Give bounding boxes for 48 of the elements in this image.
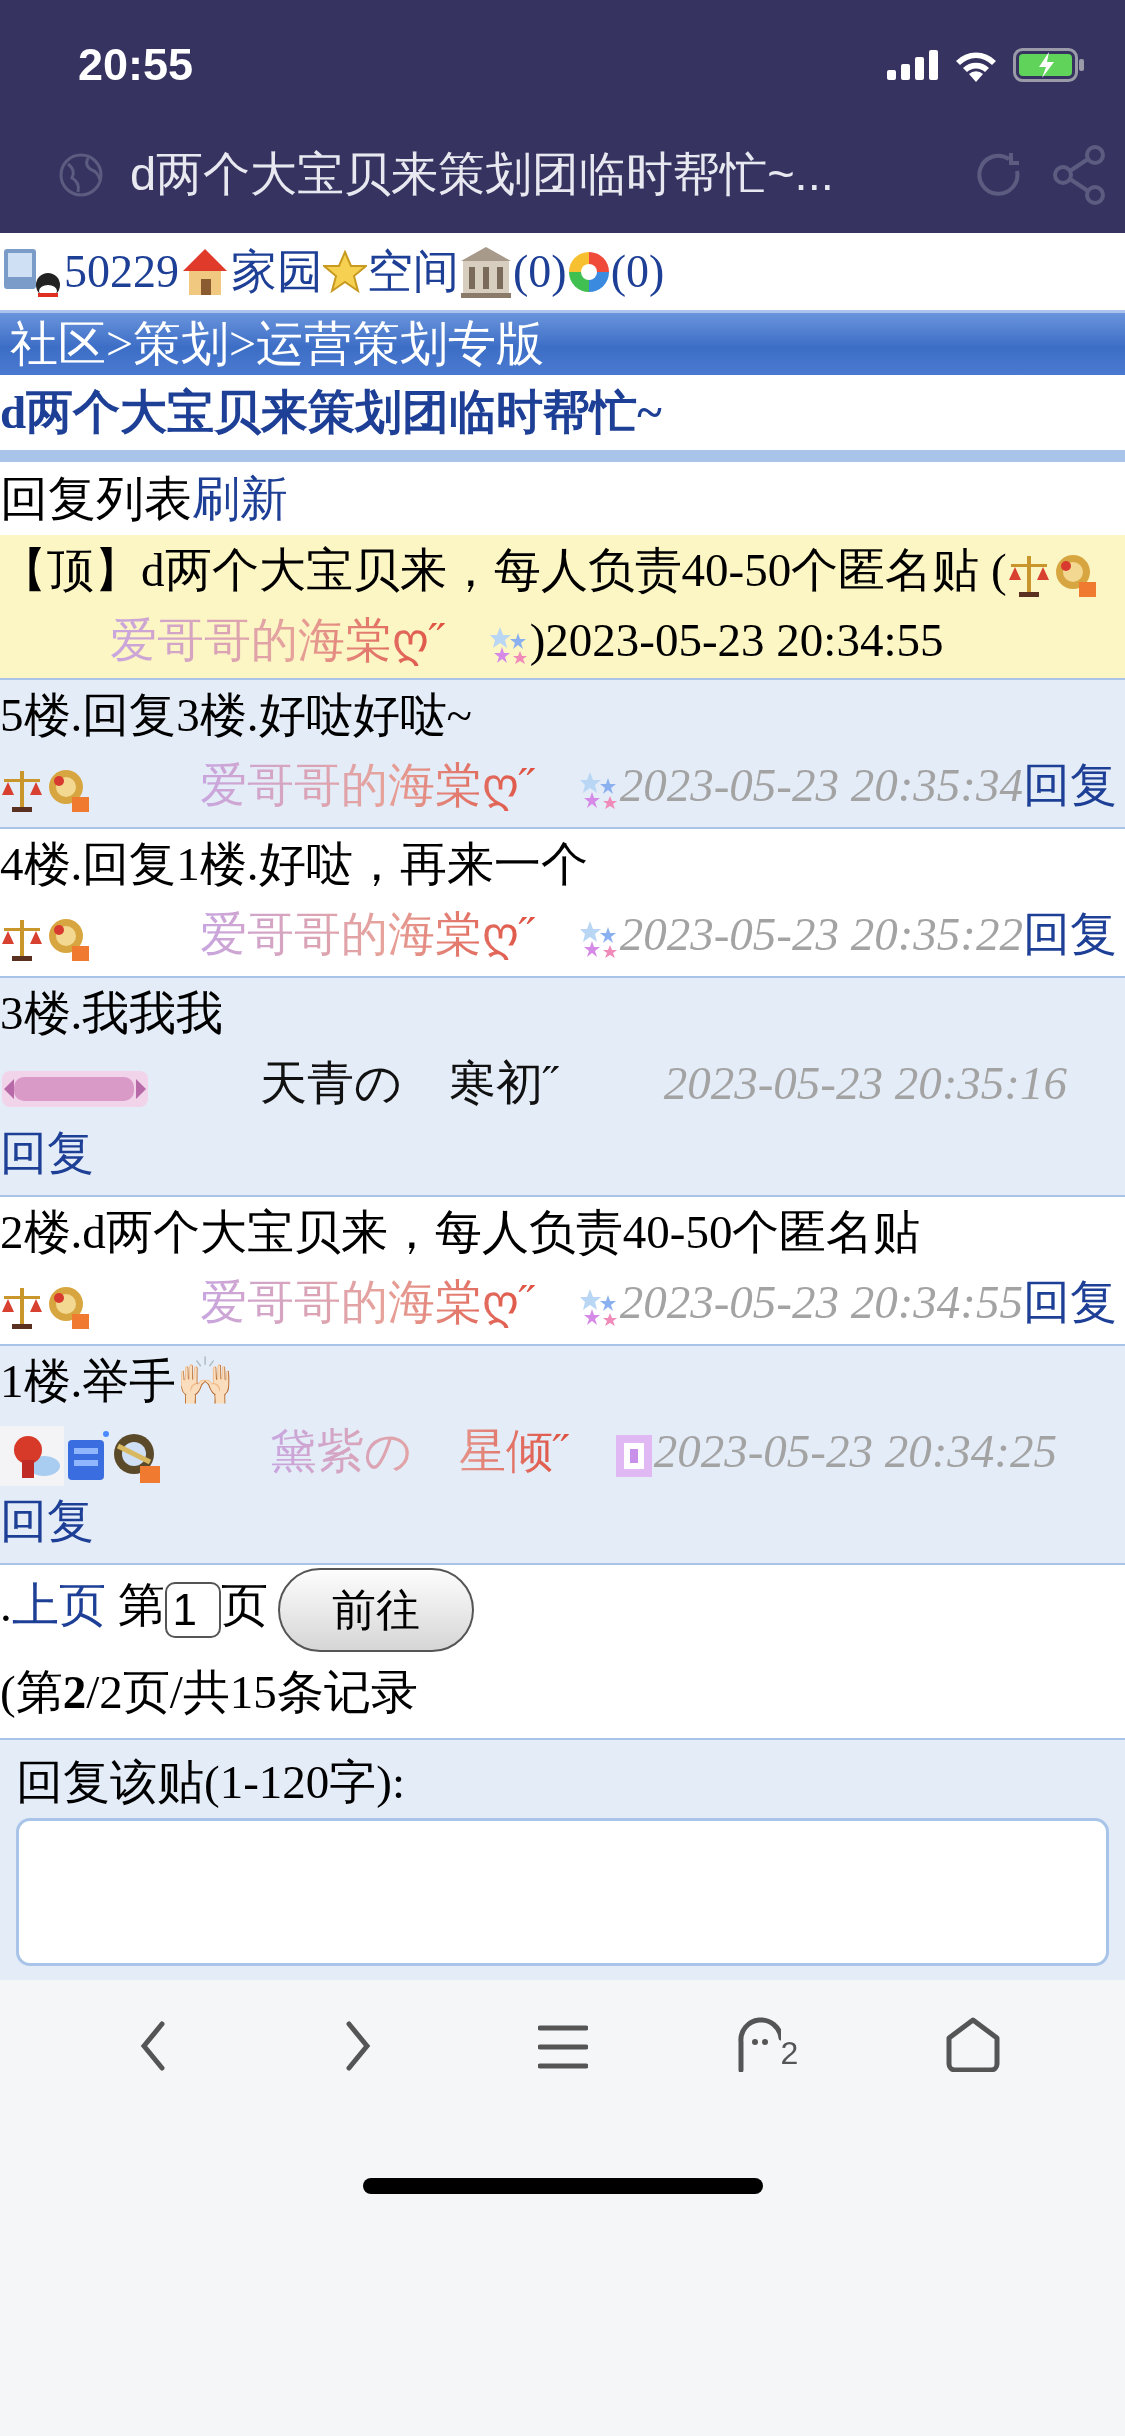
nav-link[interactable]: 50229 xyxy=(64,245,179,298)
page-title: d两个大宝贝来策划团临时帮忙~... xyxy=(130,146,835,202)
author-name[interactable]: 天青の 寒初˝ xyxy=(260,1057,559,1109)
reply-field[interactable] xyxy=(16,1818,1109,1967)
battery-icon xyxy=(1013,48,1085,82)
post-text: 5楼.回复3楼.好哒好哒~ xyxy=(0,688,473,743)
page-number-field[interactable]: 1 xyxy=(164,1582,221,1639)
aperture-icon xyxy=(566,249,611,294)
section-label: 回复列表 xyxy=(0,470,192,527)
home-icon xyxy=(944,2016,1001,2073)
refresh-link[interactable]: 刷新 xyxy=(192,466,288,531)
page-summary: (第2/2页/共15条记录 xyxy=(0,1665,419,1721)
post-time: 2023-05-23 20:34:55 xyxy=(619,1276,1023,1328)
star-icon xyxy=(323,249,367,294)
post-time: )2023-05-23 20:34:55 xyxy=(529,614,944,666)
reply-label: 回复该贴(1-120字): xyxy=(16,1755,406,1811)
page-label: 页 xyxy=(220,1579,268,1632)
status-time: 20:55 xyxy=(78,39,195,91)
thread-title: d两个大宝贝来策划团临时帮忙~ xyxy=(0,375,1125,462)
post-text: 2楼.d两个大宝贝来，每人负责40-50个匿名贴 xyxy=(0,1205,922,1260)
post-time: 2023-05-23 20:34:25 xyxy=(653,1425,1057,1477)
tabs-icon xyxy=(736,2016,781,2073)
nav-link[interactable]: 家园 xyxy=(231,240,323,303)
reply-link[interactable]: 回复 xyxy=(0,1495,94,1548)
pinned-post-text: 【顶】d两个大宝贝来，每人负责40-50个匿名贴 ( xyxy=(0,544,1007,596)
reply-link[interactable]: 回复 xyxy=(1023,1276,1117,1328)
nav-link[interactable]: (0) xyxy=(610,245,665,298)
nav-link[interactable]: (0) xyxy=(513,245,567,298)
post-text: 3楼.我我我 xyxy=(0,986,225,1041)
page-label: 第 xyxy=(117,1579,165,1632)
signal-icon xyxy=(887,50,939,80)
separator-dot: . xyxy=(0,1579,12,1632)
post-text: 4楼.回复1楼.好哒，再来一个 xyxy=(0,837,589,892)
reply-link[interactable]: 回复 xyxy=(1023,908,1117,960)
reply-link[interactable]: 回复 xyxy=(0,1127,94,1179)
nav-link[interactable]: 空间 xyxy=(367,240,459,303)
post-time: 2023-05-23 20:35:16 xyxy=(663,1057,1067,1109)
go-button[interactable]: 前往 xyxy=(277,1568,474,1653)
share-icon xyxy=(1051,144,1107,205)
post-time: 2023-05-23 20:35:34 xyxy=(619,759,1023,811)
post-time: 2023-05-23 20:35:22 xyxy=(619,908,1023,960)
tabs-button[interactable]: 2 xyxy=(732,2012,803,2073)
building-icon xyxy=(459,244,513,299)
reply-link[interactable]: 回复 xyxy=(1023,759,1117,811)
globe-icon xyxy=(58,151,104,198)
post-text: 1楼.举手🙌🏻 xyxy=(0,1354,237,1409)
previous-page-link[interactable]: 上页 xyxy=(11,1579,106,1632)
breadcrumb[interactable]: 社区>策划>运营策划专版 xyxy=(0,310,1125,375)
